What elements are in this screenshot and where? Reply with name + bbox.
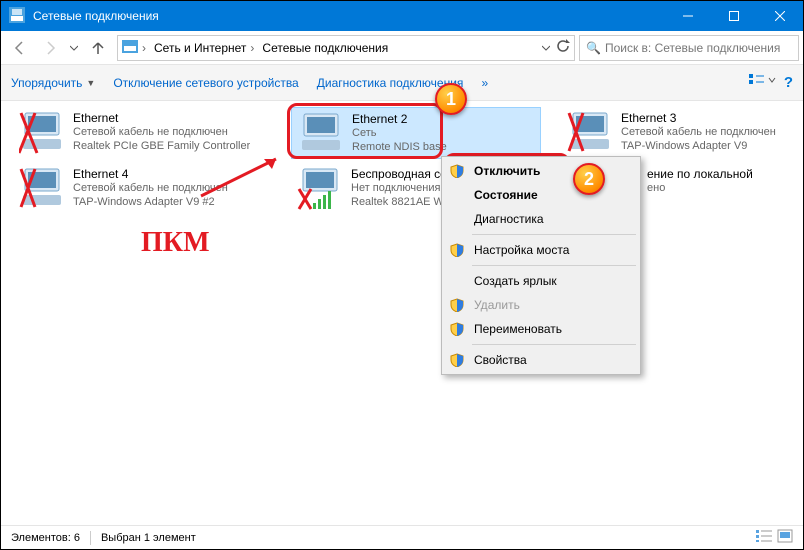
- status-count: Элементов: 6: [11, 532, 80, 544]
- navbar: › Сеть и Интернет › Сетевые подключения …: [1, 31, 803, 65]
- history-dropdown[interactable]: [65, 34, 83, 62]
- app-icon: [9, 7, 25, 26]
- ctx-state[interactable]: Состояние: [444, 183, 638, 207]
- organize-menu[interactable]: Упорядочить▼: [11, 76, 95, 90]
- shield-icon: [450, 164, 464, 178]
- up-button[interactable]: [83, 34, 113, 62]
- window-title: Сетевые подключения: [33, 9, 159, 23]
- annotation-marker-1: 1: [435, 83, 467, 115]
- view-large-icon[interactable]: [777, 529, 793, 546]
- ctx-disconnect[interactable]: Отключить: [444, 159, 638, 183]
- ctx-bridge[interactable]: Настройка моста: [444, 238, 638, 262]
- chevron-down-icon[interactable]: [542, 41, 550, 55]
- breadcrumb-1[interactable]: Сеть и Интернет: [154, 41, 246, 55]
- ctx-diagnose[interactable]: Диагностика: [444, 207, 638, 231]
- network-adapter-icon: [19, 111, 67, 155]
- view-options-button[interactable]: [748, 72, 776, 93]
- shield-icon: [450, 243, 464, 257]
- context-menu: Отключить Состояние Диагностика Настройк…: [441, 156, 641, 375]
- status-selection: Выбран 1 элемент: [101, 532, 196, 544]
- shield-icon: [450, 322, 464, 336]
- annotation-rmb-label: ПКМ: [141, 226, 210, 259]
- refresh-icon[interactable]: [556, 39, 570, 56]
- shield-icon: [450, 353, 464, 367]
- adapter-ethernet2[interactable]: Ethernet 2 Сеть Remote NDIS base: [291, 107, 541, 159]
- adapter-ethernet3[interactable]: Ethernet 3 Сетевой кабель не подключен T…: [561, 107, 791, 159]
- close-button[interactable]: [757, 1, 803, 31]
- ctx-delete[interactable]: Удалить: [444, 293, 638, 317]
- annotation-arrow: [196, 151, 296, 201]
- status-bar: Элементов: 6 Выбран 1 элемент: [1, 525, 803, 549]
- search-icon: 🔍: [586, 41, 601, 55]
- ctx-properties[interactable]: Свойства: [444, 348, 638, 372]
- wireless-adapter-icon: [297, 167, 345, 211]
- maximize-button[interactable]: [711, 1, 757, 31]
- ctx-shortcut[interactable]: Создать ярлык: [444, 269, 638, 293]
- toolbar-overflow[interactable]: »: [481, 76, 488, 90]
- adapter-local[interactable]: ение по локальной ено: [641, 163, 801, 215]
- forward-button[interactable]: [35, 34, 65, 62]
- view-details-icon[interactable]: [755, 529, 773, 546]
- search-input[interactable]: 🔍 Поиск в: Сетевые подключения: [579, 35, 799, 61]
- titlebar: Сетевые подключения: [1, 1, 803, 31]
- network-adapter-icon: [567, 111, 615, 155]
- breadcrumb-2[interactable]: Сетевые подключения: [262, 41, 388, 55]
- folder-icon: [122, 38, 138, 57]
- address-bar[interactable]: › Сеть и Интернет › Сетевые подключения: [117, 35, 575, 61]
- network-adapter-icon: [298, 112, 346, 156]
- help-icon[interactable]: ?: [784, 74, 793, 91]
- toolbar: Упорядочить▼ Отключение сетевого устройс…: [1, 65, 803, 101]
- annotation-marker-2: 2: [573, 163, 605, 195]
- back-button[interactable]: [5, 34, 35, 62]
- disable-device-button[interactable]: Отключение сетевого устройства: [113, 76, 298, 90]
- window-controls: [665, 1, 803, 31]
- network-adapter-icon: [19, 167, 67, 211]
- minimize-button[interactable]: [665, 1, 711, 31]
- shield-icon: [450, 298, 464, 312]
- content-area: Ethernet Сетевой кабель не подключен Rea…: [1, 101, 803, 527]
- ctx-rename[interactable]: Переименовать: [444, 317, 638, 341]
